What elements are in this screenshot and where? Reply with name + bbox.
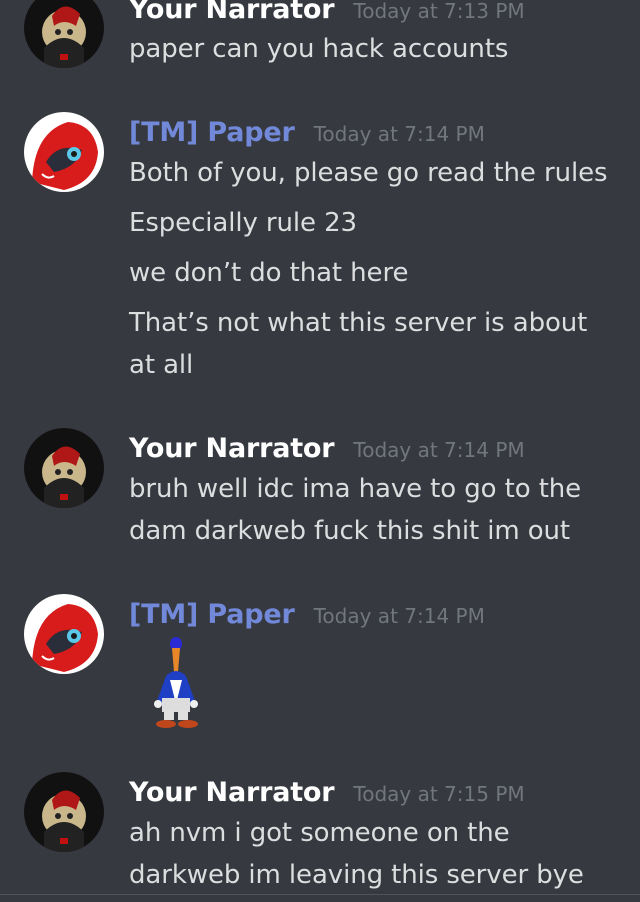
message-text: Both of you, please go read the rules (129, 158, 608, 188)
message-text: bruh well idc ima have to go to the (129, 474, 582, 504)
username[interactable]: Your Narrator (129, 0, 335, 25)
message-timestamp: Today at 7:14 PM (313, 604, 485, 628)
message-text: Especially rule 23 (129, 208, 357, 238)
narrator-avatar[interactable] (24, 0, 104, 68)
message-text: That’s not what this server is about (129, 308, 588, 338)
message-text: at all (129, 350, 194, 380)
username[interactable]: Your Narrator (129, 777, 335, 808)
message-timestamp: Today at 7:14 PM (313, 122, 485, 146)
message-timestamp: Today at 7:13 PM (353, 0, 525, 23)
message-timestamp: Today at 7:15 PM (353, 782, 525, 806)
username[interactable]: Your Narrator (129, 433, 335, 464)
message-text: paper can you hack accounts (129, 34, 509, 64)
message-text: darkweb im leaving this server bye (129, 860, 584, 890)
username[interactable]: [TM] Paper (129, 117, 295, 148)
message-timestamp: Today at 7:14 PM (353, 438, 525, 462)
username[interactable]: [TM] Paper (129, 599, 295, 630)
message-text: we don’t do that here (129, 258, 409, 288)
paper-avatar[interactable] (24, 112, 104, 192)
narrator-avatar[interactable] (24, 428, 104, 508)
penguin-sticker[interactable] (150, 636, 202, 734)
paper-avatar[interactable] (24, 594, 104, 674)
message-text: dam darkweb fuck this shit im out (129, 516, 570, 546)
message-text: ah nvm i got someone on the (129, 818, 510, 848)
narrator-avatar[interactable] (24, 772, 104, 852)
divider (0, 894, 640, 895)
